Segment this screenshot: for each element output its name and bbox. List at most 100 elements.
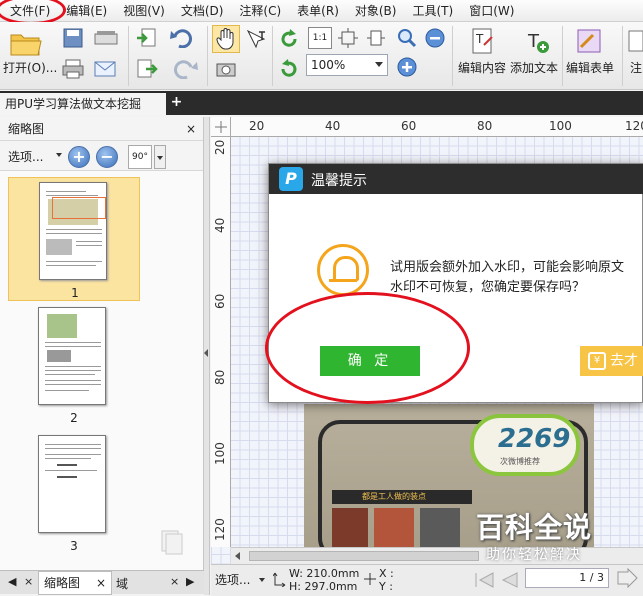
ruler-tick: 60 [213,293,227,309]
fit-width-icon[interactable] [364,27,388,49]
scanner-icon[interactable] [92,26,122,50]
scrollbar-thumb[interactable] [249,551,479,561]
yen-icon: ¥ [588,352,606,370]
edit-form-icon[interactable] [574,26,604,56]
toolbar-separator [128,26,129,86]
ruler-tick: 40 [213,217,227,233]
snapshot-icon[interactable] [212,56,240,82]
menu-tools[interactable]: 工具(T) [404,0,461,22]
new-tab-plus-icon[interactable]: + [170,95,183,109]
status-options-button[interactable]: 选项... [215,571,250,588]
ruler-tick: 120 [625,119,643,133]
import-page-icon[interactable] [134,26,160,50]
thumbnail-page-2[interactable]: 2 [8,307,140,431]
collapse-arrow-icon[interactable] [204,349,208,357]
svg-text:T: T [475,32,484,46]
speech-bubble: 2269 次微博推荐 [470,414,580,476]
ruler-tick: 40 [325,119,341,133]
close-icon[interactable]: × [186,117,196,141]
bubble-number: 2269 [498,424,571,454]
menu-bar: 文件(F) 编辑(E) 视图(V) 文档(D) 注释(C) 表单(R) 对象(B… [0,0,643,22]
ruler-tick: 80 [213,369,227,385]
zoom-in-icon[interactable] [396,56,418,78]
bell-icon [317,244,369,296]
close-icon[interactable]: × [96,572,106,594]
rotate-dropdown-chevron-icon[interactable] [154,145,166,169]
menu-file[interactable]: 文件(F) [2,0,58,22]
chevron-down-icon [375,62,383,67]
cursor-x-readout: X : [379,567,394,580]
zoom-out-icon[interactable] [424,27,446,49]
dialog-message-line-2: 水印不可恢复，您确定要保存吗？ [390,280,586,295]
photo-thumbnail [332,508,368,547]
document-tab[interactable]: 用PU学习算法做文本挖掘 [0,93,166,115]
cursor-y-readout: Y : [379,580,393,593]
document-tab-bar: 用PU学习算法做文本挖掘 + [0,91,643,115]
ruler-tick: 100 [213,442,227,465]
annotation-icon[interactable] [626,26,643,56]
thumbnail-page-1[interactable]: 1 [8,177,140,301]
undo-icon[interactable] [166,26,202,50]
ruler-tick: 20 [213,139,227,155]
ruler-tick: 100 [549,119,572,133]
actual-size-button[interactable]: 1:1 [308,27,332,49]
menu-comment[interactable]: 注释(C) [231,0,289,22]
thumbnail-image [38,307,106,405]
thumbnail-zoom-in-icon[interactable]: + [68,146,90,168]
rotate-ccw-icon[interactable] [276,56,302,82]
thumbnail-zoom-out-icon[interactable]: − [96,146,118,168]
menu-form[interactable]: 表单(R) [289,0,347,22]
annotation-label[interactable]: 注 [630,59,642,76]
thumbnail-options-button[interactable]: 选项... [8,148,43,165]
next-page-arrow-icon[interactable] [615,567,639,591]
confirm-button[interactable]: 确 定 [320,346,420,376]
edit-content-label[interactable]: 编辑内容 [458,59,506,76]
chevron-down-icon [259,578,265,582]
add-text-icon[interactable]: T [522,26,552,56]
menu-object[interactable]: 对象(B) [347,0,405,22]
menu-edit[interactable]: 编辑(E) [58,0,115,22]
edit-form-label[interactable]: 编辑表单 [566,59,614,76]
close-icon[interactable]: × [170,575,179,588]
panel-tabs-bar: ◀ × 缩略图 × 域 × ▶ [0,570,204,595]
chevron-down-icon [56,153,62,157]
menu-window[interactable]: 窗口(W) [461,0,522,22]
panel-next-arrow-icon[interactable]: ▶ [186,575,194,588]
panel-prev-arrow-icon[interactable]: ◀ [8,575,16,588]
toolbar: 打开(O)... 1:1 100% T 编辑内容 T 添加文本 编辑表单 注 [0,22,643,90]
zoom-select[interactable]: 100% [306,54,388,76]
select-text-icon[interactable] [242,25,270,53]
open-folder-icon[interactable] [6,26,46,60]
save-icon[interactable] [60,26,86,50]
scroll-left-arrow-icon[interactable] [235,552,240,560]
rotate-cw-icon[interactable] [276,26,302,52]
thumbnail-page-3[interactable]: 3 [8,435,140,559]
zoom-in-magnifier-icon[interactable] [396,27,418,49]
export-page-icon[interactable] [134,56,160,82]
toolbar-separator [207,26,208,86]
open-label[interactable]: 打开(O)... [3,59,57,76]
menu-document[interactable]: 文档(D) [173,0,232,22]
redo-icon[interactable] [166,56,202,82]
hand-tool-icon[interactable] [212,25,240,53]
panel-tab-thumbnails[interactable]: 缩略图 × [38,571,112,595]
thumbnail-toolbar: 选项... + − 90° [0,141,203,171]
edit-content-icon[interactable]: T [468,26,498,56]
close-icon[interactable]: × [24,575,33,588]
zoom-value: 100% [311,58,346,72]
menu-view[interactable]: 视图(V) [115,0,173,22]
banner-text: 都是工人做的装点 [362,492,426,501]
bubble-subtitle: 次微博推荐 [500,457,540,466]
ruler-corner [211,117,231,137]
fit-page-icon[interactable] [336,27,360,49]
add-text-label[interactable]: 添加文本 [510,59,558,76]
watermark-title: 百科全说 [476,511,593,544]
buy-button[interactable]: ¥ 去才 [580,346,643,376]
rotate-page-button[interactable]: 90° [128,145,152,169]
ruler-tick: 120 [213,518,227,541]
panel-tab-fields[interactable]: 域 [116,575,128,592]
panel-splitter[interactable] [204,117,210,595]
print-icon[interactable] [60,56,86,82]
thumbnail-page-number: 1 [71,286,79,300]
email-icon[interactable] [92,56,118,82]
